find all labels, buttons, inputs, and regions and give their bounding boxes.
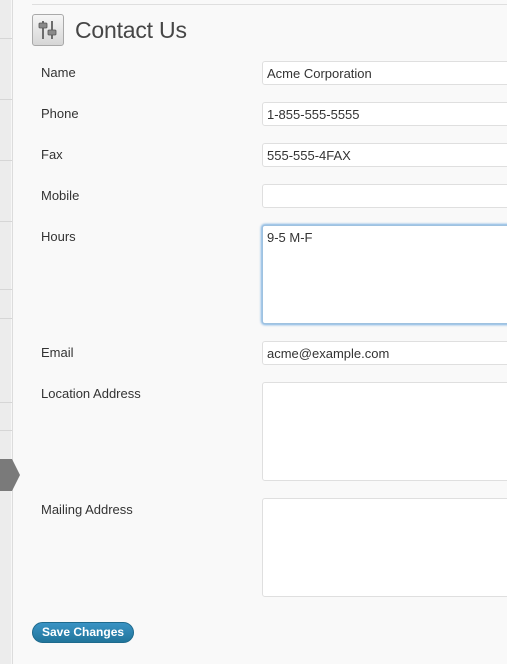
fax-field[interactable] [262,143,507,167]
settings-sliders-icon [32,14,64,46]
email-label: Email [41,345,74,360]
mobile-field[interactable] [262,184,507,208]
menu-divider [0,38,12,39]
location-address-label: Location Address [41,386,141,401]
fax-label: Fax [41,147,63,162]
menu-divider [0,221,12,222]
menu-divider [0,402,12,403]
collapse-menu-arrow-icon[interactable] [0,459,20,491]
header-divider [32,4,507,5]
email-field[interactable] [262,341,507,365]
menu-divider [0,430,12,431]
name-field[interactable] [262,61,507,85]
mailing-address-label: Mailing Address [41,502,133,517]
mailing-address-field[interactable] [262,498,507,597]
menu-divider [0,318,12,319]
hours-label: Hours [41,229,76,244]
phone-label: Phone [41,106,79,121]
admin-menu-strip [0,0,13,664]
name-label: Name [41,65,76,80]
location-address-field[interactable] [262,382,507,481]
hours-field[interactable]: 9-5 M-F [262,225,507,324]
page-title: Contact Us [75,16,187,43]
menu-divider [0,160,12,161]
menu-divider [0,289,12,290]
phone-field[interactable] [262,102,507,126]
menu-divider [0,99,12,100]
page-header: Contact Us [32,13,187,47]
mobile-label: Mobile [41,188,80,203]
save-changes-button[interactable]: Save Changes [32,622,135,643]
